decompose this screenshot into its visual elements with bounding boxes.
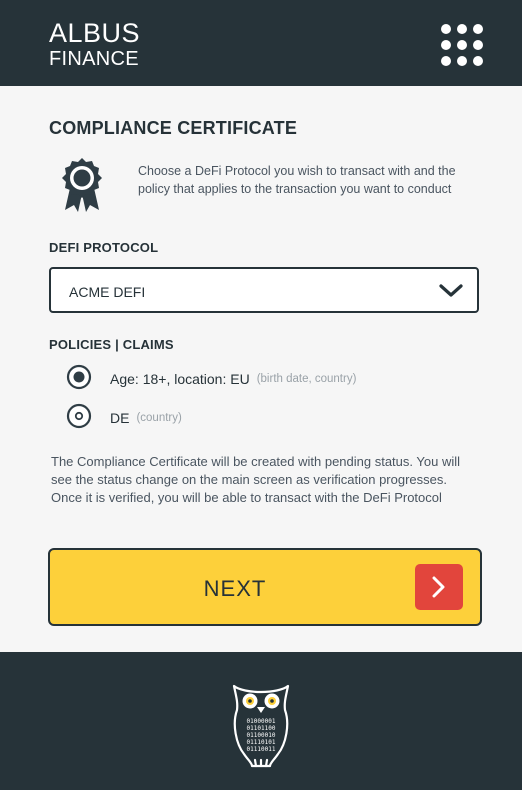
- certificate-badge-icon: [61, 158, 103, 219]
- protocol-section-label: DEFI PROTOCOL: [49, 240, 159, 255]
- next-button[interactable]: NEXT: [48, 548, 482, 626]
- policies-section-label: POLICIES | CLAIMS: [49, 337, 174, 352]
- policy-option-hint: (birth date, country): [256, 373, 357, 385]
- chevron-right-icon: [415, 564, 463, 610]
- app-footer: 01000001 01101100 01100010 01110101 0111…: [0, 652, 522, 790]
- pending-status-note: The Compliance Certificate will be creat…: [51, 454, 460, 505]
- owl-digits-line: 01110011: [247, 746, 276, 753]
- policy-option-de[interactable]: DE (country): [66, 403, 182, 434]
- app-header: ALBUS FINANCE: [0, 0, 522, 86]
- grid-menu-icon[interactable]: [440, 24, 484, 66]
- policy-option-label: Age: 18+, location: EU: [110, 371, 250, 387]
- owl-digits-line: 01101100: [247, 725, 276, 732]
- protocol-selected-value: ACME DEFI: [69, 284, 146, 300]
- protocol-select[interactable]: ACME DEFI: [49, 267, 479, 313]
- main-content: COMPLIANCE CERTIFICATE Choose a DeFi Pro…: [0, 86, 522, 652]
- intro-text: Choose a DeFi Protocol you wish to trans…: [138, 164, 456, 196]
- policy-option-hint: (country): [136, 412, 182, 424]
- owl-digits-line: 01110101: [247, 739, 276, 746]
- brand-logo: ALBUS FINANCE: [49, 18, 141, 70]
- brand-line-1: ALBUS: [49, 18, 141, 48]
- owl-logo-icon: 01000001 01101100 01100010 01110101 0111…: [224, 682, 298, 773]
- chevron-down-icon: [439, 284, 463, 303]
- owl-digits-line: 01000001: [247, 718, 276, 725]
- radio-selected-icon[interactable]: [66, 364, 92, 395]
- policy-option-label: DE: [110, 410, 130, 426]
- page-title: COMPLIANCE CERTIFICATE: [49, 118, 298, 138]
- radio-unselected-icon[interactable]: [66, 403, 92, 434]
- brand-line-2: FINANCE: [49, 48, 139, 70]
- next-button-label: NEXT: [203, 576, 267, 601]
- owl-digits-line: 01100010: [247, 732, 276, 739]
- policy-option-age-location[interactable]: Age: 18+, location: EU (birth date, coun…: [66, 364, 357, 395]
